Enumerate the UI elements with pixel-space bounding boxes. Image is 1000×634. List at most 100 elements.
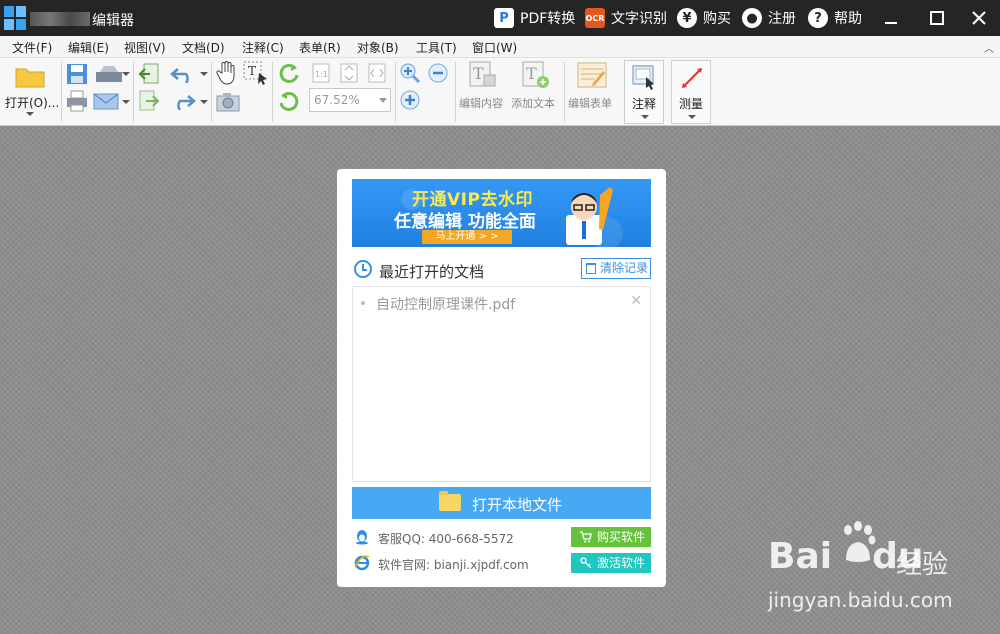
pdf-convert-label: PDF转换 [520,11,576,27]
email-dropdown-caret[interactable] [122,100,130,104]
baidu-jingyan-watermark: Bai du 经验 jingyan.baidu.com [768,520,978,620]
collapse-ribbon-icon[interactable]: ︿ [984,40,994,55]
open-local-file-button[interactable]: 打开本地文件 [352,487,651,519]
menu-document[interactable]: 文档(D) [182,39,225,56]
export-button[interactable] [136,88,162,114]
zoom-select[interactable]: 67.52% [309,88,391,112]
menu-tools[interactable]: 工具(T) [416,39,457,56]
actual-size-icon: 1:1 [312,63,330,83]
edit-form-button[interactable] [576,60,608,90]
vip-banner[interactable]: 开通VIP去水印 任意编辑 功能全面 马上开通 > > [352,179,651,247]
save-button[interactable] [64,62,90,86]
buy-button[interactable]: ¥ 购买 [677,7,731,29]
annotate-dropdown-button[interactable]: 注释 [624,60,664,124]
pdf-convert-icon: P [494,8,514,28]
bullet-icon [361,301,365,305]
recent-documents-title: 最近打开的文档 [379,263,485,281]
select-text-icon: T [243,61,267,85]
edit-form-icon [577,62,607,88]
folder-icon [439,491,461,511]
svg-text:T: T [473,64,484,83]
fit-page-button[interactable] [338,62,360,84]
menu-object[interactable]: 对象(B) [357,39,399,56]
snapshot-button[interactable] [214,90,242,114]
menu-edit[interactable]: 编辑(E) [68,39,109,56]
undo-dropdown-caret[interactable] [200,72,208,76]
toolbar: 打开(O)... T 1:1 67.52% T 编辑内容 T 添加文本 编辑表单… [0,58,1000,126]
edit-content-label[interactable]: 编辑内容 [459,95,503,111]
help-button[interactable]: ? 帮助 [808,7,862,29]
measure-dropdown-button[interactable]: 测量 [671,60,711,124]
menu-form[interactable]: 表单(R) [299,39,341,56]
recent-documents-header: 最近打开的文档 清除记录 [352,258,651,282]
menu-file[interactable]: 文件(F) [12,39,52,56]
undo-button[interactable] [168,62,198,86]
menu-comment[interactable]: 注释(C) [242,39,284,56]
annotate-caret-icon [641,115,649,119]
support-qq-text: 客服QQ: 400-668-5572 [378,532,514,546]
blurred-title-prefix [30,12,90,26]
fit-width-button[interactable] [366,62,388,84]
buy-software-label: 购买软件 [597,530,646,544]
zoom-in-icon [400,63,421,84]
rotate-ccw-button[interactable] [276,88,302,114]
minimize-button[interactable] [878,5,904,31]
list-item[interactable]: 自动控制原理课件.pdf ✕ [361,293,644,313]
banner-open-now-button[interactable]: 马上开通 > > [422,230,512,244]
toolbar-separator [61,62,62,122]
menu-window[interactable]: 窗口(W) [472,39,517,56]
email-button[interactable] [92,88,120,114]
key-icon [580,557,592,569]
support-row: 客服QQ: 400-668-5572 购买软件 [352,527,651,549]
minimize-icon [885,22,897,24]
buy-software-button[interactable]: 购买软件 [571,527,651,547]
plus-circle-icon [400,90,420,110]
zoom-in-magnifier-button[interactable] [398,62,422,84]
save-icon [67,64,87,84]
buy-label: 购买 [703,11,731,27]
yen-icon: ¥ [677,8,697,28]
app-title: 编辑器 [92,13,134,29]
redo-dropdown-caret[interactable] [200,100,208,104]
zoom-out-button[interactable] [426,62,450,84]
hand-tool-button[interactable] [214,60,240,86]
close-icon [972,11,986,25]
actual-size-button[interactable]: 1:1 [310,62,332,84]
scanner-icon [96,66,122,82]
register-button[interactable]: ● 注册 [742,7,796,29]
rotate-cw-button[interactable] [276,60,302,86]
recent-file-name[interactable]: 自动控制原理课件.pdf [376,294,515,314]
activate-software-button[interactable]: 激活软件 [571,553,651,573]
browser-ie-icon [354,555,370,571]
add-text-label[interactable]: 添加文本 [511,95,555,111]
fit-width-icon [368,63,386,83]
select-text-button[interactable]: T [242,60,270,86]
redo-icon [177,95,196,110]
print-button[interactable] [64,88,90,114]
mascot-illustration [566,187,613,245]
help-icon: ? [808,8,828,28]
clear-history-button[interactable]: 清除记录 [581,258,651,279]
toolbar-separator [564,62,565,122]
open-label[interactable]: 打开(O)... [5,94,59,111]
close-button[interactable] [966,5,992,31]
trash-icon [586,263,596,274]
open-dropdown-caret[interactable] [26,112,34,116]
redo-button[interactable] [168,88,198,114]
zoom-in-button[interactable] [398,88,422,112]
remove-recent-icon[interactable]: ✕ [630,293,642,309]
website-text[interactable]: 软件官网: bianji.xjpdf.com [378,556,529,573]
edit-form-label[interactable]: 编辑表单 [568,95,612,111]
maximize-button[interactable] [924,5,950,31]
watermark-brand-cn: 经验 [896,550,949,580]
add-text-button[interactable]: T [521,60,551,90]
ocr-button[interactable]: OCR 文字识别 [585,7,667,29]
pdf-convert-button[interactable]: P PDF转换 [494,7,575,29]
open-folder-button[interactable] [10,62,50,90]
scan-button[interactable] [92,62,126,86]
import-button[interactable] [136,62,162,86]
svg-text:1:1: 1:1 [315,70,328,79]
menu-view[interactable]: 视图(V) [124,39,166,56]
edit-content-button[interactable]: T [468,60,498,90]
scan-dropdown-caret[interactable] [122,72,130,76]
